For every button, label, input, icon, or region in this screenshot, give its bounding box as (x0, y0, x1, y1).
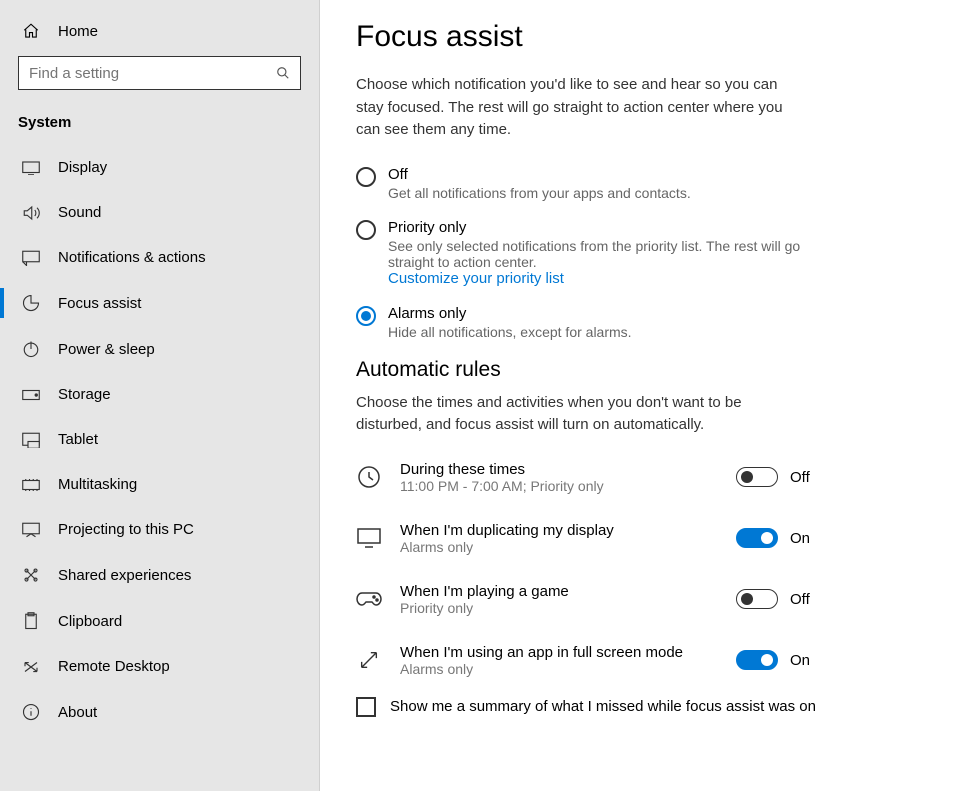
sidebar-item-label: Clipboard (58, 613, 122, 630)
notifications-icon (22, 250, 40, 266)
sidebar-item-power-sleep[interactable]: Power & sleep (0, 326, 319, 372)
sidebar-item-multitasking[interactable]: Multitasking (0, 462, 319, 507)
game-icon (356, 590, 382, 608)
checkbox[interactable] (356, 697, 376, 717)
sidebar-item-tablet[interactable]: Tablet (0, 417, 319, 462)
focus-assist-icon (22, 294, 40, 312)
power-icon (22, 340, 40, 358)
rule-toggle[interactable] (736, 589, 778, 609)
customize-priority-link[interactable]: Customize your priority list (388, 270, 816, 287)
sidebar-item-label: Notifications & actions (58, 249, 206, 266)
radio-circle (356, 306, 376, 326)
radio-priority[interactable]: Priority only See only selected notifica… (356, 219, 816, 287)
radio-alarms-sub: Hide all notifications, except for alarm… (388, 324, 632, 340)
search-icon (276, 66, 290, 80)
radio-off[interactable]: Off Get all notifications from your apps… (356, 166, 816, 201)
radio-alarms-title: Alarms only (388, 305, 632, 322)
rule-toggle[interactable] (736, 650, 778, 670)
toggle-label: On (790, 530, 816, 547)
sidebar-item-remote-desktop[interactable]: Remote Desktop (0, 644, 319, 689)
summary-checkbox-row[interactable]: Show me a summary of what I missed while… (356, 697, 920, 717)
sidebar-item-label: Shared experiences (58, 567, 191, 584)
toggle-label: Off (790, 591, 816, 608)
storage-icon (22, 389, 40, 401)
rule-sub: Priority only (400, 600, 718, 616)
page-title: Focus assist (356, 20, 920, 54)
fullscreen-icon (356, 649, 382, 671)
multitasking-icon (22, 478, 40, 492)
radio-priority-title: Priority only (388, 219, 816, 236)
main-panel: Focus assist Choose which notification y… (320, 0, 956, 791)
rule-title: When I'm playing a game (400, 583, 718, 600)
sidebar-item-label: Multitasking (58, 476, 137, 493)
toggle-label: Off (790, 469, 816, 486)
radio-alarms[interactable]: Alarms only Hide all notifications, exce… (356, 305, 816, 340)
sound-icon (22, 205, 40, 221)
rule-playing-game[interactable]: When I'm playing a game Priority only Of… (356, 569, 816, 630)
sidebar-item-label: Display (58, 159, 107, 176)
sidebar-item-notifications[interactable]: Notifications & actions (0, 235, 319, 280)
sidebar-section-title: System (0, 108, 319, 145)
rule-title: During these times (400, 461, 718, 478)
clipboard-icon (22, 612, 40, 630)
sidebar-item-label: Tablet (58, 431, 98, 448)
clock-icon (356, 465, 382, 489)
search-box[interactable] (18, 56, 301, 90)
sidebar-item-projecting[interactable]: Projecting to this PC (0, 507, 319, 552)
rule-toggle[interactable] (736, 467, 778, 487)
radio-priority-sub: See only selected notifications from the… (388, 238, 816, 270)
rule-title: When I'm using an app in full screen mod… (400, 644, 718, 661)
sidebar-item-label: Sound (58, 204, 101, 221)
sidebar: Home System Display Sound Notifications … (0, 0, 320, 791)
sidebar-item-label: Remote Desktop (58, 658, 170, 675)
radio-circle (356, 167, 376, 187)
sidebar-item-label: Power & sleep (58, 341, 155, 358)
sidebar-item-sound[interactable]: Sound (0, 190, 319, 235)
sidebar-home-label: Home (58, 23, 98, 40)
projecting-icon (22, 522, 40, 538)
display-icon (22, 161, 40, 175)
sidebar-item-label: Projecting to this PC (58, 521, 194, 538)
rule-sub: Alarms only (400, 539, 718, 555)
search-wrap (0, 56, 319, 108)
radio-off-sub: Get all notifications from your apps and… (388, 185, 691, 201)
rule-duplicating-display[interactable]: When I'm duplicating my display Alarms o… (356, 508, 816, 569)
sidebar-item-label: Focus assist (58, 295, 141, 312)
radio-off-title: Off (388, 166, 691, 183)
search-input[interactable] (29, 65, 276, 82)
rule-sub: Alarms only (400, 661, 718, 677)
rule-sub: 11:00 PM - 7:00 AM; Priority only (400, 478, 718, 494)
about-icon (22, 703, 40, 721)
sidebar-item-focus-assist[interactable]: Focus assist (0, 280, 319, 326)
rule-title: When I'm duplicating my display (400, 522, 718, 539)
tablet-icon (22, 432, 40, 448)
home-icon (22, 22, 40, 40)
sidebar-item-display[interactable]: Display (0, 145, 319, 190)
sidebar-item-storage[interactable]: Storage (0, 372, 319, 417)
sidebar-item-shared-experiences[interactable]: Shared experiences (0, 552, 319, 598)
summary-checkbox-label: Show me a summary of what I missed while… (390, 698, 816, 715)
remote-desktop-icon (22, 659, 40, 675)
rule-during-times[interactable]: During these times 11:00 PM - 7:00 AM; P… (356, 447, 816, 508)
rules-description: Choose the times and activities when you… (356, 392, 786, 437)
rule-toggle[interactable] (736, 528, 778, 548)
rule-fullscreen-app[interactable]: When I'm using an app in full screen mod… (356, 630, 816, 691)
sidebar-home[interactable]: Home (0, 14, 319, 56)
page-description: Choose which notification you'd like to … (356, 74, 786, 142)
rules-heading: Automatic rules (356, 358, 920, 382)
sidebar-item-label: Storage (58, 386, 111, 403)
radio-circle (356, 220, 376, 240)
sidebar-item-label: About (58, 704, 97, 721)
sidebar-item-about[interactable]: About (0, 689, 319, 735)
sidebar-item-clipboard[interactable]: Clipboard (0, 598, 319, 644)
shared-icon (22, 566, 40, 584)
toggle-label: On (790, 652, 816, 669)
display-icon (356, 528, 382, 548)
